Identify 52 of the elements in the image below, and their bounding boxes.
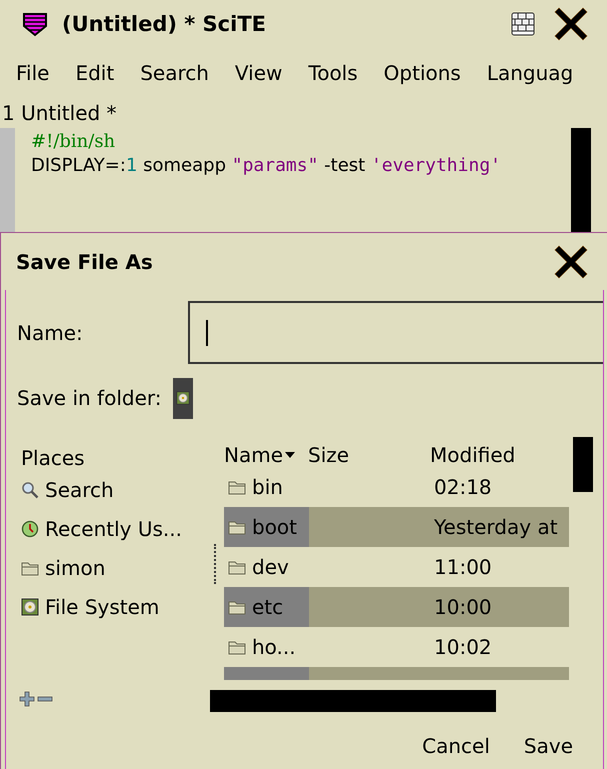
folder-picker[interactable]: [173, 378, 194, 418]
file-name-cell[interactable]: ho...: [224, 627, 309, 667]
menu-item[interactable]: Languag: [486, 58, 574, 86]
add-icon: [19, 691, 35, 707]
code-line: #!/bin/sh: [31, 130, 116, 154]
file-name-cell[interactable]: boot: [224, 507, 309, 547]
modified-cell-text: 11:00: [433, 554, 493, 581]
folder-icon: [228, 519, 246, 535]
file-name-cell[interactable]: etc: [224, 587, 309, 627]
modified-cell: Yesterday at: [309, 507, 569, 547]
column-header[interactable]: Name: [224, 443, 308, 467]
place-item[interactable]: Search: [17, 470, 213, 509]
editor-tab[interactable]: 1 Untitled *: [0, 100, 117, 124]
dialog-button[interactable]: Cancel: [422, 730, 490, 762]
menu-item[interactable]: Options: [384, 58, 461, 86]
modified-cell-text: 02:18: [433, 474, 493, 501]
menu-item[interactable]: View: [234, 58, 282, 86]
menu-item[interactable]: Search: [140, 58, 209, 86]
scrollbar[interactable]: [210, 690, 496, 712]
folder-icon: [228, 559, 246, 575]
place-item[interactable]: File System: [17, 587, 213, 626]
dialog-button[interactable]: Save: [524, 730, 573, 762]
menu-item[interactable]: Edit: [75, 58, 114, 86]
menu-item[interactable]: Tools: [308, 58, 358, 86]
place-item[interactable]: simon: [17, 548, 213, 587]
file-name-cell[interactable]: bin: [224, 467, 309, 507]
file-name-cell[interactable]: dev: [224, 547, 309, 587]
name-field[interactable]: [188, 301, 603, 364]
search-icon: [21, 480, 39, 498]
modified-cell: 10:00: [309, 587, 569, 627]
field-label: Name:: [17, 320, 84, 344]
folder-icon: [228, 639, 246, 655]
modified-cell-text: 10:02: [433, 634, 493, 661]
window-title: (Untitled) * SciTE: [62, 12, 267, 36]
dialog-title: Save File As: [16, 250, 154, 274]
code-line: DISPLAY=:1 someapp "params" -test 'everything': [31, 154, 502, 178]
scrollbar[interactable]: [571, 128, 591, 232]
column-header[interactable]: Size: [308, 443, 430, 467]
place-item[interactable]: Recently Us...: [17, 509, 213, 548]
field-label: Save in folder:: [17, 386, 162, 410]
folder-icon: [228, 599, 246, 615]
app-icon: [22, 11, 48, 37]
column-header[interactable]: Modified: [430, 443, 560, 467]
keyboard-icon[interactable]: [511, 12, 535, 36]
column-header: Places: [20, 445, 86, 470]
drive-icon: [21, 598, 39, 616]
menu-item[interactable]: File: [16, 58, 50, 86]
scrollbar[interactable]: [573, 437, 593, 492]
drive-icon: [176, 391, 190, 405]
folder-icon: [21, 560, 39, 576]
clock-icon: [21, 520, 39, 538]
folder-icon: [228, 479, 246, 495]
